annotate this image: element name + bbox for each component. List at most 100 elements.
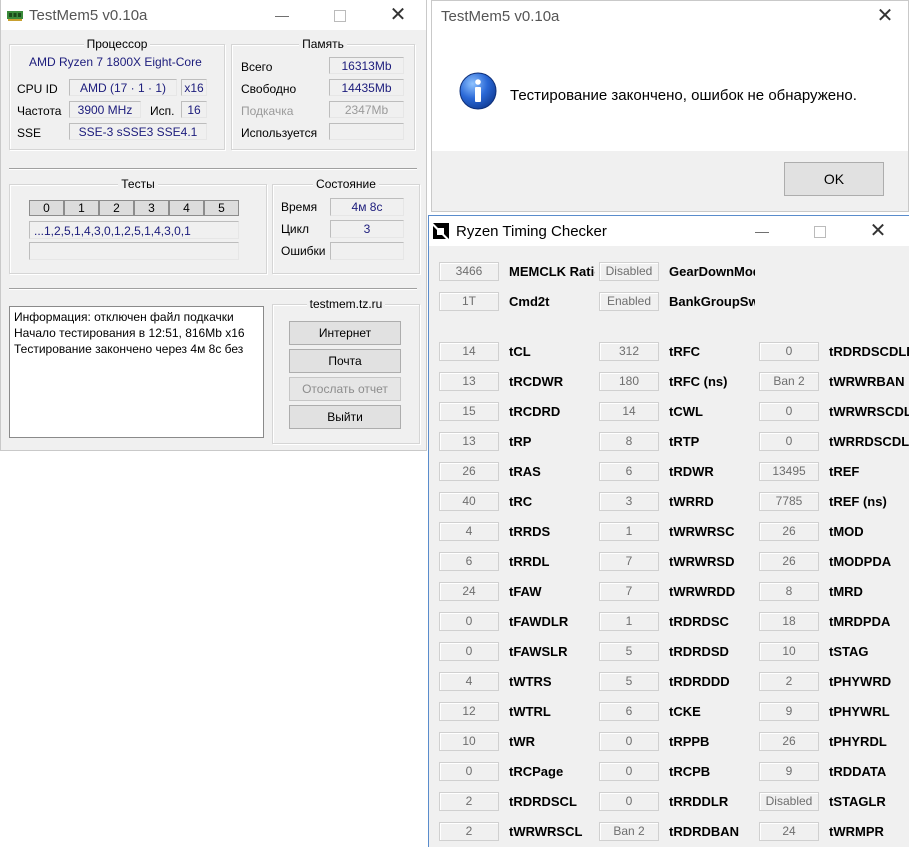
log-box[interactable]: Информация: отключен файл подкачки Начал… — [9, 306, 264, 438]
rtc-title: Ryzen Timing Checker — [456, 223, 607, 240]
exit-button[interactable]: Выйти — [289, 405, 401, 429]
timing-name: tCKE — [669, 704, 701, 719]
timing-value: 312 — [599, 342, 659, 361]
timing-name: tRDRDSCDLR — [829, 344, 909, 359]
timing-value: 24 — [439, 582, 499, 601]
timing-value: 26 — [759, 552, 819, 571]
close-button[interactable]: ✕ — [375, 0, 421, 30]
memory-total-field: 16313Mb — [329, 57, 404, 74]
timing-name: tREF — [829, 464, 860, 479]
log-line: Начало тестирования в 12:51, 816Mb x16 — [14, 326, 245, 340]
timing-value: 2 — [759, 672, 819, 691]
message-box-titlebar[interactable]: TestMem5 v0.10a ✕ — [432, 1, 908, 31]
timing-name: tMRD — [829, 584, 863, 599]
maximize-button[interactable] — [317, 0, 363, 30]
timing-value: 24 — [759, 822, 819, 841]
timing-name: tWRRD — [669, 494, 714, 509]
timing-name: tRPPB — [669, 734, 710, 749]
timing-name: tRRDDLR — [669, 794, 729, 809]
tests-group-title: Тесты — [118, 177, 158, 191]
timing-value: Ban 2 — [759, 372, 819, 391]
timing-name: Cmd2t — [509, 294, 550, 309]
cycle-field: 3 — [330, 220, 404, 238]
timing-value: Disabled — [759, 792, 819, 811]
memory-pagefile-label: Подкачка — [241, 104, 294, 118]
timing-value: 10 — [439, 732, 499, 751]
message-text: Тестирование закончено, ошибок не обнару… — [510, 87, 857, 104]
timing-name: tWRWRDD — [669, 584, 736, 599]
timing-name: tRCPB — [669, 764, 711, 779]
test-cell-5: 5 — [204, 200, 239, 216]
timing-name: tRFC (ns) — [669, 374, 728, 389]
rtc-window: Ryzen Timing Checker — ✕ 3466 MEMCLK Rati… — [428, 215, 909, 847]
links-group-title: testmem.tz.ru — [306, 297, 386, 311]
test-cell-0: 0 — [29, 200, 64, 216]
timing-value: 180 — [599, 372, 659, 391]
maximize-button[interactable] — [797, 216, 843, 246]
sse-label: SSE — [17, 126, 42, 140]
memory-used-field — [329, 123, 404, 140]
timing-value: 0 — [439, 762, 499, 781]
sse-field: SSE-3 sSSE3 SSE4.1 — [69, 123, 207, 140]
ryzen-logo-icon — [433, 223, 449, 239]
cycle-label: Цикл — [281, 222, 309, 236]
mail-button[interactable]: Почта — [289, 349, 401, 373]
errors-field — [330, 242, 404, 260]
timing-name: tRC — [509, 494, 533, 509]
test-cell-4: 4 — [169, 200, 204, 216]
timing-value: 4 — [439, 672, 499, 691]
memory-used-label: Используется — [241, 126, 318, 140]
memory-pagefile-field: 2347Mb — [329, 101, 404, 118]
timing-value: 0 — [759, 342, 819, 361]
timing-name: tRCPage — [509, 764, 564, 779]
timing-value: 26 — [439, 462, 499, 481]
used-threads-field: 16 — [181, 101, 207, 118]
timing-name: tRDRDSC — [669, 614, 729, 629]
close-button[interactable]: ✕ — [855, 216, 901, 246]
timing-name: tRDDATA — [829, 764, 887, 779]
timing-name: tFAWDLR — [509, 614, 569, 629]
timing-name: tRDRDDD — [669, 674, 730, 689]
timing-value: 26 — [759, 732, 819, 751]
time-field: 4м 8с — [330, 198, 404, 216]
timing-name: tRDRDSD — [669, 644, 729, 659]
timing-name: tWTRL — [509, 704, 551, 719]
frequency-label: Частота — [17, 104, 62, 118]
timing-value: 8 — [599, 432, 659, 451]
message-box-title: TestMem5 v0.10a — [441, 8, 560, 25]
memory-group-title: Память — [299, 37, 347, 51]
timing-value: 0 — [759, 432, 819, 451]
ok-button[interactable]: OK — [784, 162, 884, 196]
timing-value: 4 — [439, 522, 499, 541]
close-button[interactable]: ✕ — [862, 1, 908, 31]
timing-value: 7 — [599, 552, 659, 571]
timing-name: tRTP — [669, 434, 700, 449]
minimize-button[interactable]: — — [739, 216, 785, 246]
separator — [9, 288, 417, 290]
timing-value: 40 — [439, 492, 499, 511]
rtc-titlebar[interactable]: Ryzen Timing Checker — ✕ — [429, 216, 909, 246]
timing-value: 0 — [599, 732, 659, 751]
timing-value: 0 — [759, 402, 819, 421]
timing-value: 1 — [599, 522, 659, 541]
log-line: Информация: отключен файл подкачки — [14, 310, 234, 324]
minimize-button[interactable]: — — [259, 0, 305, 30]
cpuid-label: CPU ID — [17, 82, 58, 96]
timing-value: 3 — [599, 492, 659, 511]
timing-value: Enabled — [599, 292, 659, 311]
send-report-button[interactable]: Отослать отчет — [289, 377, 401, 401]
timing-name: tRDRDBAN — [669, 824, 740, 839]
testmem-titlebar[interactable]: TestMem5 v0.10a — ✕ — [1, 0, 426, 30]
timing-value: 3466 — [439, 262, 499, 281]
timing-value: 9 — [759, 702, 819, 721]
timing-value: 1 — [599, 612, 659, 631]
timing-value: 5 — [599, 642, 659, 661]
time-label: Время — [281, 200, 318, 214]
timing-value: 18 — [759, 612, 819, 631]
timing-name: tWRWRSC — [669, 524, 735, 539]
memory-free-label: Свободно — [241, 82, 297, 96]
cpu-name: AMD Ryzen 7 1800X Eight-Core — [29, 55, 202, 69]
cpuid-threads-field: x16 — [181, 79, 207, 96]
memory-total-label: Всего — [241, 60, 273, 74]
internet-button[interactable]: Интернет — [289, 321, 401, 345]
